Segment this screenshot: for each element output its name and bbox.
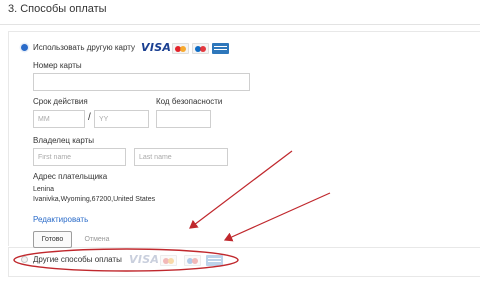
billing-name: Lenina — [33, 186, 55, 193]
use-other-card-label[interactable]: Использовать другую карту — [33, 43, 135, 52]
title-divider — [0, 24, 480, 25]
other-payment-methods-radio[interactable] — [21, 256, 28, 263]
expiry-year-input[interactable] — [94, 110, 149, 128]
maestro-dim-icon — [184, 255, 201, 266]
expiry-label: Срок действия — [33, 97, 88, 106]
edit-address-link[interactable]: Редактировать — [33, 215, 88, 224]
first-name-input[interactable] — [33, 148, 126, 166]
visa-logo-dim-icon: VISA — [129, 253, 160, 266]
done-button[interactable]: Готово — [33, 231, 72, 248]
visa-logo-icon: VISA — [141, 41, 172, 54]
security-code-input[interactable] — [156, 110, 211, 128]
mastercard-icon — [172, 43, 189, 54]
maestro-icon — [192, 43, 209, 54]
card-number-label: Номер карты — [33, 61, 82, 70]
amex-icon — [212, 43, 229, 54]
amex-dim-icon — [206, 255, 223, 266]
mastercard-dim-icon — [160, 255, 177, 266]
expiry-separator: / — [88, 112, 91, 123]
other-payment-methods-label[interactable]: Другие способы оплаты — [33, 255, 122, 264]
last-name-input[interactable] — [134, 148, 228, 166]
section-title: 3. Способы оплаты — [8, 3, 107, 15]
billing-address-label: Адрес плательщика — [33, 172, 108, 181]
expiry-month-input[interactable] — [33, 110, 85, 128]
card-number-input[interactable] — [33, 73, 250, 91]
security-code-label: Код безопасности — [156, 97, 223, 106]
cancel-button[interactable]: Отмена — [80, 231, 114, 248]
use-other-card-radio[interactable] — [21, 44, 28, 51]
card-holder-label: Владелец карты — [33, 136, 95, 145]
billing-address-line: Ivanivka,Wyoming,67200,United States — [33, 196, 156, 203]
